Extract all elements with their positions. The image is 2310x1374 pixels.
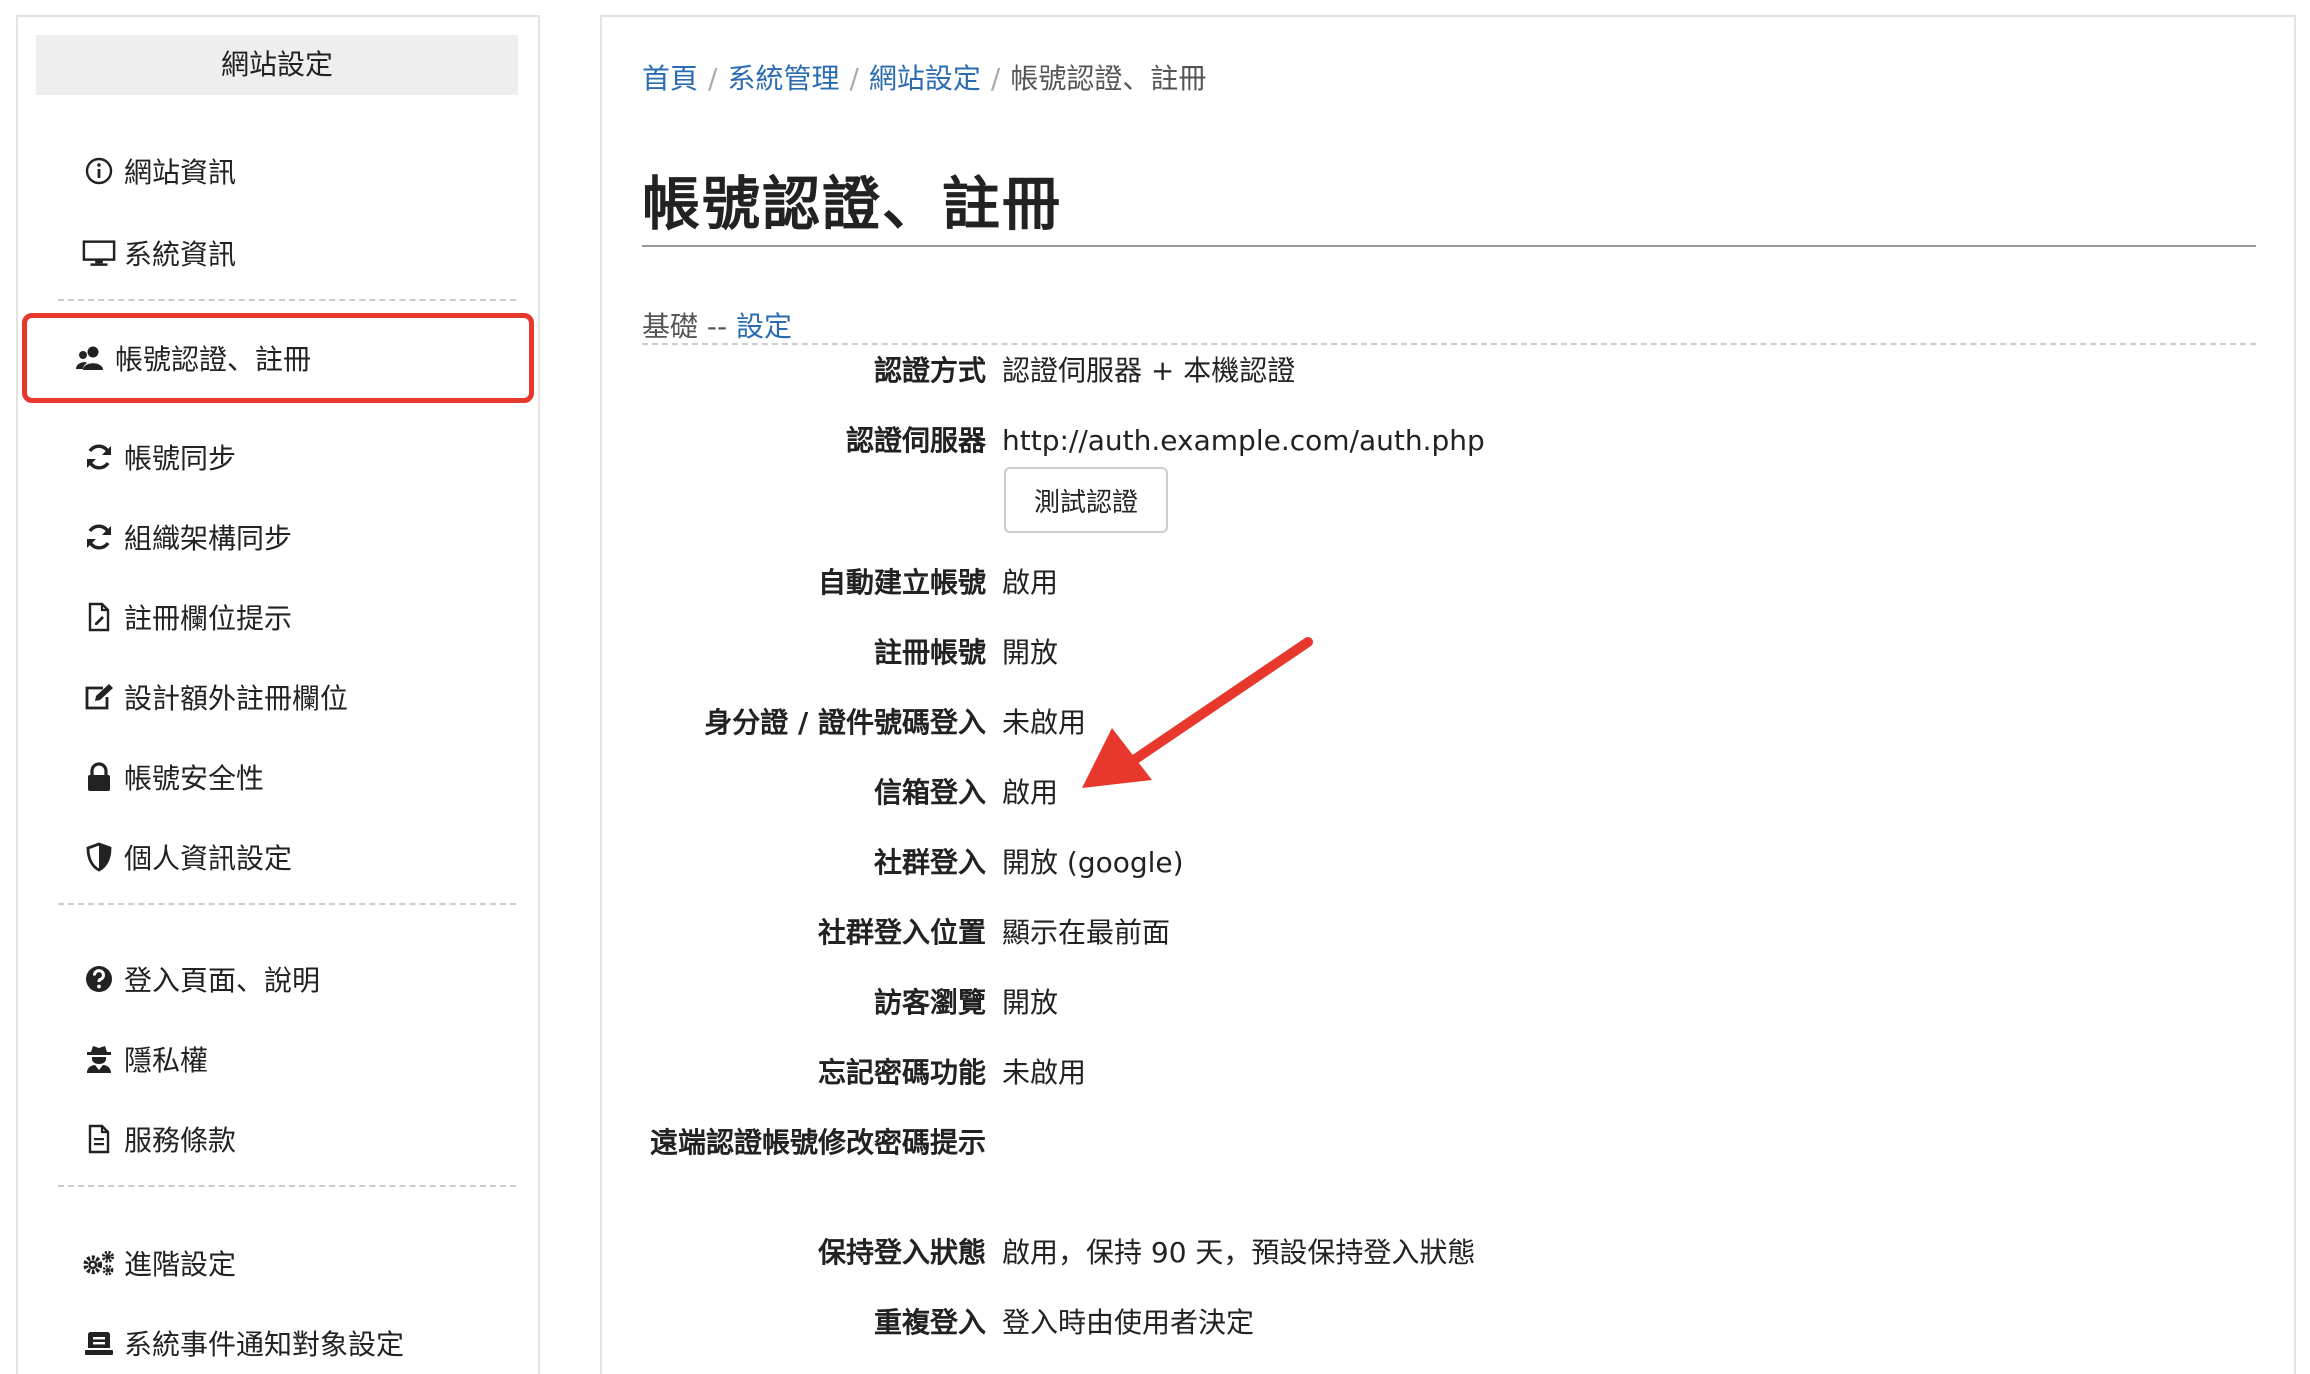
monitor-icon bbox=[82, 236, 116, 270]
sidebar-divider bbox=[58, 1185, 516, 1187]
sidebar-item-personal-info[interactable]: 個人資訊設定 bbox=[36, 825, 518, 889]
section-settings-link[interactable]: 設定 bbox=[736, 310, 792, 343]
section-title-prefix: 基礎 -- bbox=[642, 310, 728, 343]
sidebar-item-label: 設計額外註冊欄位 bbox=[124, 682, 349, 715]
setting-value: 認證伺服器 + 本機認證 bbox=[1002, 354, 1296, 387]
sync-icon bbox=[82, 520, 116, 554]
setting-key: 社群登入 bbox=[873, 846, 986, 879]
breadcrumb-site-link[interactable]: 網站設定 bbox=[869, 62, 981, 95]
sidebar-item-system-info[interactable]: 系統資訊 bbox=[36, 221, 518, 285]
setting-value: 啟用 bbox=[1002, 776, 1059, 809]
sidebar-item-label: 帳號安全性 bbox=[124, 762, 265, 795]
setting-key: 訪客瀏覽 bbox=[873, 986, 986, 1019]
breadcrumb-separator: / bbox=[849, 62, 859, 95]
breadcrumb-separator: / bbox=[708, 62, 718, 95]
sidebar-item-account-sync[interactable]: 帳號同步 bbox=[36, 425, 518, 489]
sidebar-divider bbox=[58, 299, 516, 301]
sidebar-divider bbox=[58, 903, 516, 905]
setting-key: 保持登入狀態 bbox=[817, 1236, 986, 1269]
annotation-arrow-icon bbox=[1082, 637, 1313, 788]
sidebar-item-label: 系統事件通知對象設定 bbox=[124, 1328, 405, 1361]
sidebar-item-label: 服務條款 bbox=[124, 1124, 237, 1157]
shield-icon bbox=[82, 840, 116, 874]
sidebar: 網站設定 網站資訊 系統資訊 帳號認證、註冊 帳號同步 組織架構同步 註冊欄位提… bbox=[16, 15, 540, 1374]
sidebar-item-register-field-hints[interactable]: 註冊欄位提示 bbox=[36, 585, 518, 649]
setting-value: 開放 (google) bbox=[1002, 846, 1184, 879]
users-icon bbox=[73, 341, 107, 375]
lock-icon bbox=[82, 760, 116, 794]
setting-key: 身分證 / 證件號碼登入 bbox=[704, 706, 986, 739]
setting-value: 顯示在最前面 bbox=[1002, 916, 1171, 949]
file-icon bbox=[82, 600, 116, 634]
sync-icon bbox=[82, 440, 116, 474]
breadcrumb-system-link[interactable]: 系統管理 bbox=[727, 62, 839, 95]
sidebar-item-privacy[interactable]: 隱私權 bbox=[36, 1027, 518, 1091]
test-auth-button[interactable]: 測試認證 bbox=[1004, 467, 1168, 533]
sidebar-item-label: 個人資訊設定 bbox=[124, 842, 293, 875]
user-secret-icon bbox=[82, 1042, 116, 1076]
sidebar-item-label: 系統資訊 bbox=[124, 238, 237, 271]
setting-value: 啟用 bbox=[1002, 566, 1059, 599]
breadcrumb-home-link[interactable]: 首頁 bbox=[642, 62, 698, 95]
sidebar-item-extra-register-fields[interactable]: 設計額外註冊欄位 bbox=[36, 665, 518, 729]
setting-key: 社群登入位置 bbox=[817, 916, 986, 949]
edit-icon bbox=[82, 680, 116, 714]
setting-key: 註冊帳號 bbox=[873, 636, 986, 669]
setting-key: 自動建立帳號 bbox=[817, 566, 986, 599]
setting-key: 認證方式 bbox=[873, 354, 986, 387]
setting-key: 認證伺服器 bbox=[845, 424, 986, 457]
sidebar-item-terms[interactable]: 服務條款 bbox=[36, 1107, 518, 1171]
sidebar-item-label: 登入頁面、說明 bbox=[124, 964, 321, 997]
file-text-icon bbox=[82, 1122, 116, 1156]
breadcrumb-separator: / bbox=[990, 62, 1001, 95]
setting-value: 啟用，保持 90 天，預設保持登入狀態 bbox=[1002, 1236, 1476, 1269]
setting-value: 開放 bbox=[1002, 986, 1059, 1019]
setting-key: 遠端認證帳號修改密碼提示 bbox=[649, 1126, 986, 1159]
page-title: 帳號認證、註冊 bbox=[642, 170, 1063, 238]
info-circle-icon bbox=[82, 154, 116, 188]
setting-value: 登入時由使用者決定 bbox=[1002, 1306, 1255, 1339]
sidebar-item-label: 帳號認證、註冊 bbox=[115, 343, 312, 376]
setting-key: 忘記密碼功能 bbox=[817, 1056, 986, 1089]
sidebar-header: 網站設定 bbox=[36, 35, 518, 95]
title-divider bbox=[642, 245, 2256, 247]
setting-value: 開放 bbox=[1002, 636, 1059, 669]
sidebar-item-label: 進階設定 bbox=[124, 1248, 237, 1281]
sidebar-item-label: 組織架構同步 bbox=[124, 522, 293, 555]
section-divider bbox=[642, 343, 2256, 345]
sidebar-item-advanced[interactable]: 進階設定 bbox=[36, 1231, 518, 1295]
sidebar-item-label: 註冊欄位提示 bbox=[124, 602, 293, 635]
gears-icon bbox=[82, 1246, 116, 1280]
notification-icon bbox=[82, 1326, 116, 1360]
main-panel: 首頁 / 系統管理 / 網站設定 / 帳號認證、註冊 帳號認證、註冊 基礎 -- 設定 認證… bbox=[600, 15, 2296, 1374]
sidebar-item-event-notify[interactable]: 系統事件通知對象設定 bbox=[36, 1311, 518, 1374]
sidebar-item-account-auth[interactable]: 帳號認證、註冊 bbox=[22, 313, 534, 403]
section-title: 基礎 -- 設定 bbox=[642, 305, 792, 345]
sidebar-item-label: 隱私權 bbox=[124, 1044, 209, 1077]
setting-key: 重複登入 bbox=[873, 1306, 986, 1339]
sidebar-item-site-info[interactable]: 網站資訊 bbox=[36, 139, 518, 203]
breadcrumb: 首頁 / 系統管理 / 網站設定 / 帳號認證、註冊 bbox=[642, 57, 1206, 97]
setting-key: 信箱登入 bbox=[873, 776, 986, 809]
breadcrumb-current: 帳號認證、註冊 bbox=[1010, 62, 1207, 95]
sidebar-item-label: 網站資訊 bbox=[124, 156, 237, 189]
setting-value: 未啟用 bbox=[1002, 1056, 1087, 1089]
setting-value: http://auth.example.com/auth.php bbox=[1002, 424, 1485, 457]
sidebar-item-login-page[interactable]: 登入頁面、說明 bbox=[36, 947, 518, 1011]
question-circle-icon bbox=[82, 962, 116, 996]
sidebar-item-label: 帳號同步 bbox=[124, 442, 237, 475]
sidebar-item-org-sync[interactable]: 組織架構同步 bbox=[36, 505, 518, 569]
sidebar-item-account-security[interactable]: 帳號安全性 bbox=[36, 745, 518, 809]
